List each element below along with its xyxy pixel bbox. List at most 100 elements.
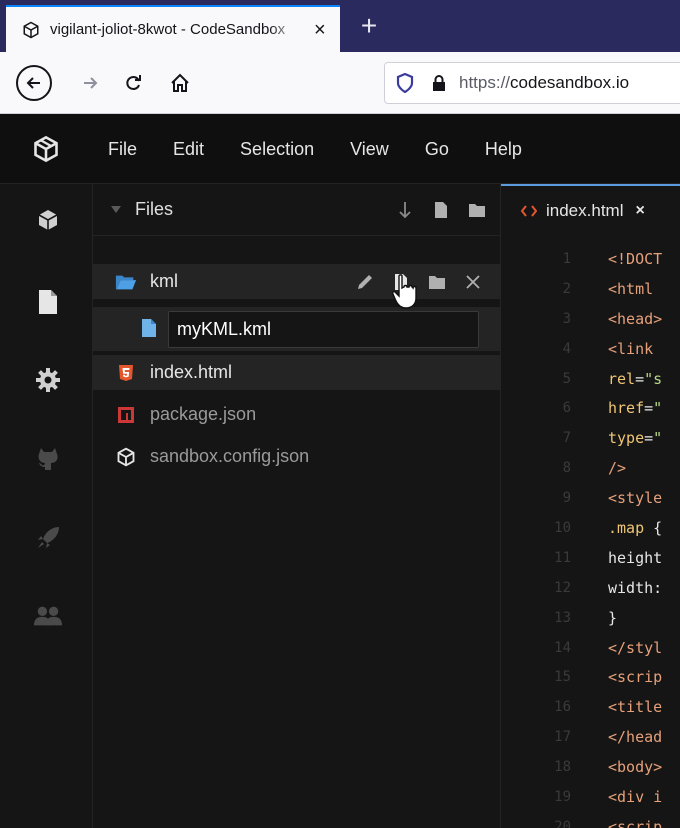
- line-number: 17: [554, 729, 571, 746]
- file-item-index-html[interactable]: index.html: [93, 355, 501, 390]
- new-file-icon[interactable]: [391, 272, 411, 292]
- code-line[interactable]: 14 </styl: [501, 633, 680, 663]
- codesandbox-header: File Edit Selection View Go Help: [0, 114, 680, 184]
- code-token: <style: [608, 489, 663, 508]
- line-number: 15: [554, 669, 571, 686]
- code-text: width:: [608, 579, 662, 597]
- file-item-package-json[interactable]: package.json: [93, 397, 501, 432]
- users-icon[interactable]: [34, 602, 62, 630]
- files-header-label: Files: [135, 199, 174, 219]
- code-token: ": [653, 429, 663, 448]
- menu-go[interactable]: Go: [425, 139, 449, 160]
- browser-tab[interactable]: vigilant-joliot-8kwot - CodeSandbox ×: [6, 5, 340, 52]
- code-text: rel="s: [608, 370, 662, 388]
- files-section-header[interactable]: Files: [93, 184, 501, 236]
- url-text: https://codesandbox.io: [459, 73, 629, 93]
- menu-file[interactable]: File: [108, 139, 137, 160]
- new-folder-icon[interactable]: [427, 272, 447, 292]
- editor-tab-index-html[interactable]: index.html ×: [501, 184, 680, 236]
- codesandbox-logo-icon[interactable]: [32, 135, 60, 163]
- npm-icon: [115, 404, 137, 426]
- delete-x-icon[interactable]: [463, 272, 483, 292]
- line-number: 11: [554, 549, 571, 566]
- menu-help[interactable]: Help: [485, 139, 522, 160]
- forward-button[interactable]: [72, 65, 108, 101]
- file-name: sandbox.config.json: [150, 446, 310, 466]
- box-icon[interactable]: [34, 206, 62, 234]
- code-line[interactable]: 10 .map {: [501, 513, 680, 543]
- code-text: href=": [608, 399, 662, 417]
- code-line[interactable]: 1 <!DOCT: [501, 244, 680, 274]
- code-line[interactable]: 4 <link: [501, 334, 680, 364]
- file-icon: [141, 318, 159, 340]
- code-line[interactable]: 2 <html: [501, 274, 680, 304]
- line-number: 5: [562, 370, 571, 387]
- code-token: <title: [608, 698, 663, 717]
- chevron-down-icon[interactable]: [111, 205, 121, 215]
- folder-actions: [355, 272, 483, 292]
- file-item-sandbox-config[interactable]: sandbox.config.json: [93, 439, 501, 474]
- tab-title: vigilant-joliot-8kwot - CodeSandbox: [50, 21, 286, 38]
- browser-nav-bar: https://codesandbox.io: [0, 52, 680, 114]
- code-text: <body>: [608, 758, 662, 776]
- rocket-icon[interactable]: [34, 524, 62, 552]
- line-number: 8: [562, 460, 571, 477]
- back-button[interactable]: [16, 65, 52, 101]
- code-token: }: [608, 608, 618, 627]
- line-number: 7: [562, 430, 571, 447]
- download-icon[interactable]: [395, 200, 415, 220]
- code-text: />: [608, 459, 626, 477]
- code-text: <scrip: [608, 668, 662, 686]
- reload-button[interactable]: [116, 65, 152, 101]
- home-button[interactable]: [162, 65, 198, 101]
- code-token: <body>: [608, 758, 663, 777]
- file-icon[interactable]: [34, 288, 62, 316]
- code-line[interactable]: 20 <scrip: [501, 812, 680, 828]
- code-line[interactable]: 15 <scrip: [501, 662, 680, 692]
- new-folder-icon[interactable]: [467, 200, 487, 220]
- gear-icon[interactable]: [34, 366, 62, 394]
- line-number: 9: [562, 490, 571, 507]
- editor-tab-bar: index.html ×: [501, 184, 680, 236]
- code-line[interactable]: 7 type=": [501, 423, 680, 453]
- code-line[interactable]: 17 </head: [501, 722, 680, 752]
- line-number: 4: [562, 340, 571, 357]
- github-icon[interactable]: [34, 444, 62, 472]
- menu-view[interactable]: View: [350, 139, 389, 160]
- code-lines[interactable]: 1 <!DOCT 2 <html 3 <head> 4 <link 5 rel="s 6 href="…: [501, 244, 680, 828]
- code-line[interactable]: 3 <head>: [501, 304, 680, 334]
- code-token: <head>: [608, 309, 663, 328]
- code-line[interactable]: 5 rel="s: [501, 364, 680, 394]
- code-line[interactable]: 8 />: [501, 453, 680, 483]
- code-line[interactable]: 9 <style: [501, 483, 680, 513]
- code-line[interactable]: 19 <div i: [501, 782, 680, 812]
- editor-tab-close-icon[interactable]: ×: [635, 202, 644, 220]
- tab-close-icon[interactable]: ×: [314, 20, 326, 40]
- code-editor: index.html × 1 <!DOCT 2 <html 3 <head> 4 <link 5…: [501, 184, 680, 828]
- shield-icon[interactable]: [395, 73, 415, 93]
- code-token: <scrip: [608, 668, 663, 687]
- code-token: <html: [608, 279, 654, 298]
- rename-pencil-icon[interactable]: [355, 272, 375, 292]
- code-token: />: [608, 459, 627, 478]
- code-token: <link: [608, 339, 654, 358]
- line-number: 1: [562, 250, 571, 267]
- code-line[interactable]: 13}: [501, 603, 680, 633]
- code-line[interactable]: 11 height: [501, 543, 680, 573]
- code-text: <style: [608, 489, 662, 507]
- code-text: height: [608, 549, 662, 567]
- lock-icon[interactable]: [431, 74, 447, 92]
- folder-item-kml[interactable]: kml: [93, 264, 501, 299]
- menu-edit[interactable]: Edit: [173, 139, 204, 160]
- new-file-icon[interactable]: [431, 200, 451, 220]
- code-line[interactable]: 16 <title: [501, 692, 680, 722]
- code-line[interactable]: 18 <body>: [501, 752, 680, 782]
- new-file-name-input[interactable]: [168, 311, 479, 348]
- new-tab-button[interactable]: +: [356, 12, 382, 40]
- code-line[interactable]: 12 width:: [501, 573, 680, 603]
- url-bar[interactable]: https://codesandbox.io: [384, 62, 680, 104]
- code-line[interactable]: 6 href=": [501, 393, 680, 423]
- line-number: 12: [554, 579, 571, 596]
- menu-selection[interactable]: Selection: [240, 139, 314, 160]
- code-text: <div i: [608, 788, 662, 806]
